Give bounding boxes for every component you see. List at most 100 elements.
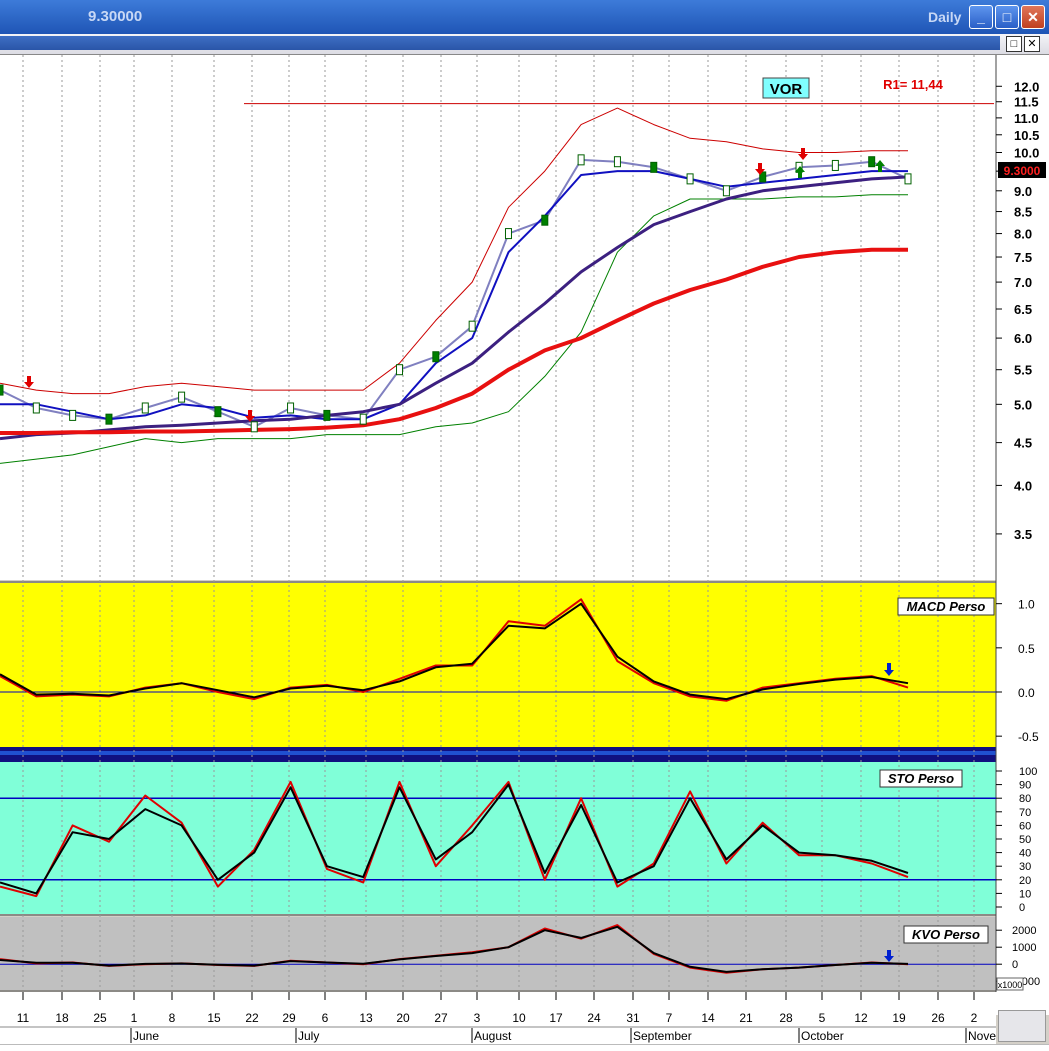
price-candle [686,173,694,185]
date-day-label: 19 [892,1011,906,1025]
price-candle [722,185,730,197]
macd-tick-label: 1.0 [1018,598,1035,612]
price-candle [831,159,839,171]
sto-tick-label: 20 [1019,875,1031,887]
date-day-label: 1 [131,1011,138,1025]
price-tick-label: 5.5 [1014,363,1032,378]
date-month-label: August [474,1029,512,1043]
price-tick-label: 6.5 [1014,302,1032,317]
sto-tick-label: 50 [1019,834,1031,846]
date-day-label: 8 [169,1011,176,1025]
date-day-label: 22 [245,1011,259,1025]
kvo-tick-label: 2000 [1012,925,1036,937]
price-tick-label: 8.5 [1014,205,1032,220]
title-bar: 9.30000 Daily _ □ ✕ [0,0,1049,34]
minimize-button[interactable]: _ [969,5,993,29]
close-button[interactable]: ✕ [1021,5,1045,29]
date-month-label: Nove [968,1029,996,1043]
price-candle [287,402,295,414]
date-day-label: 12 [854,1011,868,1025]
sto-tick-label: 60 [1019,820,1031,832]
kvo-tick-label: 0 [1012,959,1018,971]
date-day-label: 29 [282,1011,296,1025]
kvo-multiplier: x1000 [998,980,1023,990]
date-day-label: 15 [207,1011,221,1025]
window-title: 9.30000 [88,8,143,25]
price-candle [105,413,113,425]
price-tick-label: 8.0 [1014,227,1032,242]
price-tick-label: 10.5 [1014,128,1039,143]
date-day-label: 7 [666,1011,673,1025]
symbol-label: VOR [770,81,803,98]
date-day-label: 26 [931,1011,945,1025]
kvo-panel[interactable] [0,917,996,990]
date-day-label: 17 [549,1011,563,1025]
price-tick-label: 11.0 [1014,111,1039,126]
last-price-label: 9.3000 [1004,164,1041,178]
date-day-label: 14 [701,1011,715,1025]
price-candle [432,351,440,363]
symbol-badge[interactable]: VOR [762,77,810,99]
price-tick-label: 6.0 [1014,331,1032,346]
sto-tick-label: 40 [1019,848,1031,860]
macd-panel[interactable] [0,583,996,747]
date-day-label: 27 [434,1011,448,1025]
sto-title-box: STO Perso [879,769,963,788]
close-child-button[interactable]: ✕ [1024,36,1040,52]
last-price-badge: 9.3000 [998,162,1046,178]
price-tick-label: 3.5 [1014,527,1032,542]
date-day-label: 24 [587,1011,601,1025]
price-candle [359,413,367,425]
sto-title: STO Perso [888,771,954,786]
macd-tick-label: -0.5 [1018,730,1039,744]
kvo-title: KVO Perso [912,927,980,942]
price-candle [323,409,331,421]
price-candle [577,154,585,166]
price-candle [868,156,876,168]
price-tick-label: 10.0 [1014,146,1039,161]
price-candle [396,364,404,376]
date-month-label: October [801,1029,844,1043]
price-tick-label: 9.0 [1014,184,1032,199]
price-candle [69,409,77,421]
price-candle [250,421,258,433]
date-day-label: 31 [626,1011,640,1025]
date-day-label: 18 [55,1011,69,1025]
macd-tick-label: 0.5 [1018,642,1035,656]
price-candle [0,384,4,396]
kvo-title-box: KVO Perso [903,925,989,944]
maximize-button[interactable]: □ [995,5,1019,29]
price-tick-label: 5.0 [1014,397,1032,412]
sto-tick-label: 90 [1019,780,1031,792]
restore-child-button[interactable]: □ [1006,36,1022,52]
date-day-label: 20 [396,1011,410,1025]
price-candle [650,161,658,173]
price-candle [541,214,549,226]
price-panel[interactable] [0,55,996,580]
date-month-label: July [298,1029,319,1043]
sto-tick-label: 30 [1019,861,1031,873]
sto-tick-label: 70 [1019,807,1031,819]
child-window-bar: □ ✕ [0,34,1049,55]
panel-separator-highlight [0,751,996,755]
date-day-label: 21 [739,1011,753,1025]
date-day-label: 3 [474,1011,481,1025]
macd-tick-label: 0.0 [1018,686,1035,700]
axis-corner [998,1010,1046,1042]
price-candle [178,391,186,403]
chart-area[interactable]: 12.011.511.010.510.09.59.08.58.07.57.06.… [0,55,1049,1044]
price-candle [504,228,512,240]
resistance-label: R1= 11,44 [883,77,943,92]
price-tick-label: 12.0 [1014,79,1039,94]
sto-panel[interactable] [0,762,996,914]
date-month-label: June [133,1029,159,1043]
child-window-caption [0,36,1000,50]
price-tick-label: 4.5 [1014,436,1032,451]
date-day-label: 2 [971,1011,978,1025]
period-label: Daily [928,9,962,25]
price-candle [32,402,40,414]
price-candle [468,320,476,332]
price-candle [214,406,222,418]
date-day-label: 28 [779,1011,793,1025]
kvo-multiplier-box: x1000 [996,977,1024,991]
